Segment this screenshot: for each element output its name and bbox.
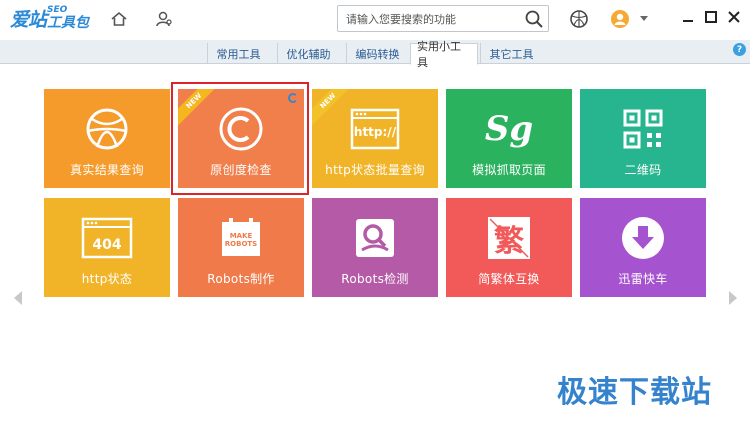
404-icon: 404	[44, 212, 170, 264]
basketball-icon	[44, 103, 170, 155]
search-input[interactable]	[346, 10, 518, 28]
tile-robots-check[interactable]: Robots检测	[312, 198, 438, 297]
search-icon[interactable]	[524, 9, 544, 29]
home-icon[interactable]	[108, 8, 130, 30]
maximize-icon[interactable]	[702, 8, 720, 26]
tile-label: 模拟抓取页面	[472, 163, 546, 177]
ball-icon[interactable]	[568, 8, 590, 30]
tile-thunder-flashget[interactable]: 迅雷快车	[580, 198, 706, 297]
tab-utilities[interactable]: 实用小工具	[410, 40, 478, 69]
search-box	[337, 5, 549, 32]
dropdown-icon[interactable]	[637, 8, 651, 30]
tile-http-status[interactable]: 404 http状态	[44, 198, 170, 297]
tile-label: http状态批量查询	[325, 163, 425, 177]
download-icon	[580, 212, 706, 264]
close-icon[interactable]	[725, 8, 743, 26]
http-glyph: http://	[353, 125, 397, 139]
tile-label: 迅雷快车	[618, 272, 668, 286]
traditional-chinese-icon: 繁	[446, 212, 572, 264]
sg-glyph: Sg	[484, 109, 534, 149]
tile-qr-code[interactable]: 二维码	[580, 89, 706, 188]
tile-simplified-traditional[interactable]: 繁 简繁体互换	[446, 198, 572, 297]
user-settings-icon[interactable]	[153, 8, 175, 30]
tab-strip: 常用工具 优化辅助 编码转换 实用小工具 其它工具 ?	[0, 40, 750, 69]
robots-check-icon	[312, 212, 438, 264]
tab-encoding[interactable]: 编码转换	[346, 43, 408, 64]
tab-common-tools[interactable]: 常用工具	[207, 43, 269, 64]
tile-label: 真实结果查询	[70, 163, 144, 177]
tile-label: Robots制作	[207, 272, 275, 286]
tile-simulate-crawl[interactable]: Sg 模拟抓取页面	[446, 89, 572, 188]
prev-page-arrow-icon[interactable]	[12, 284, 24, 312]
title-bar: 爱站 SEO 工具包	[0, 0, 750, 40]
tab-optimization[interactable]: 优化辅助	[277, 43, 339, 64]
tile-label: 简繁体互换	[478, 272, 540, 286]
tab-other-tools[interactable]: 其它工具	[480, 43, 542, 64]
tile-label: http状态	[81, 272, 133, 286]
logo-text: 爱站	[10, 9, 47, 31]
selection-highlight	[171, 82, 309, 195]
spider-sg-icon: Sg	[446, 103, 572, 155]
minimize-icon[interactable]	[679, 8, 697, 26]
tile-robots-make[interactable]: MAKE ROBOTS Robots制作	[178, 198, 304, 297]
make-robots-icon: MAKE ROBOTS	[178, 212, 304, 264]
user-avatar-icon[interactable]	[609, 8, 631, 30]
svg-text:404: 404	[92, 237, 121, 253]
help-icon[interactable]: ?	[733, 43, 746, 56]
logo-tail: 工具包	[47, 15, 90, 31]
app-logo: 爱站 SEO 工具包	[10, 5, 90, 32]
tile-label: Robots检测	[341, 272, 409, 286]
watermark: 极速下载站	[557, 375, 712, 410]
next-page-arrow-icon[interactable]	[727, 284, 739, 312]
make-robots-glyph: MAKE ROBOTS	[224, 232, 258, 248]
logo-seo: SEO	[47, 5, 68, 15]
tile-real-result-query[interactable]: 真实结果查询	[44, 89, 170, 188]
tile-http-batch-query[interactable]: NEW http:// http状态批量查询	[312, 89, 438, 188]
http-browser-icon: http://	[312, 103, 438, 155]
qr-code-icon	[580, 103, 706, 155]
tile-label: 二维码	[624, 163, 662, 177]
